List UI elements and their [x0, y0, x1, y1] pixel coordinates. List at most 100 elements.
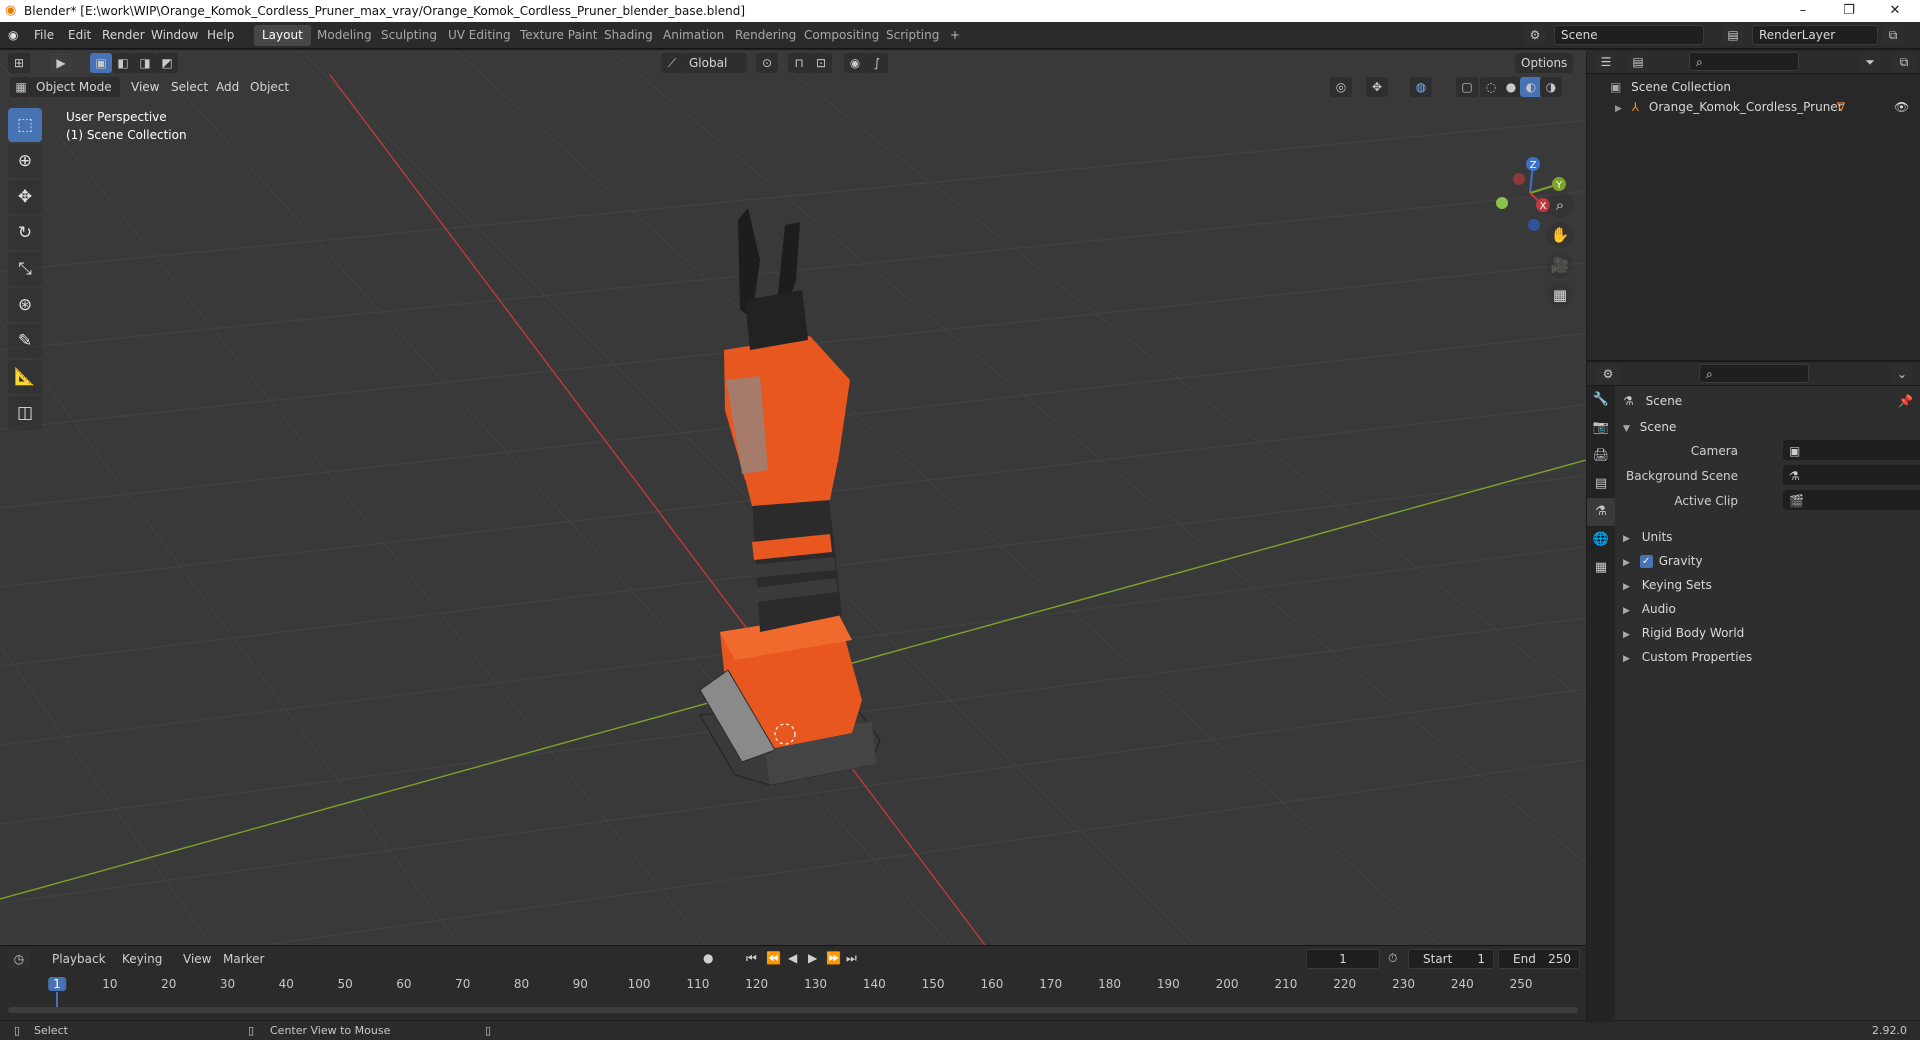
camera-view-icon[interactable]: 🎥 — [1547, 252, 1573, 278]
measure-tool-icon[interactable]: 📐 — [8, 360, 42, 394]
render-tab-icon[interactable]: 📷 — [1587, 414, 1615, 442]
outliner-search-input[interactable]: ⌕ — [1689, 52, 1799, 71]
camera-field[interactable]: ▣ ⚲ — [1783, 440, 1920, 460]
scene-field[interactable]: Scene — [1554, 25, 1704, 45]
zoom-icon[interactable]: ⌕ — [1547, 192, 1573, 218]
menu-edit[interactable]: Edit — [68, 28, 91, 42]
ortho-grid-icon[interactable]: ▦ — [1547, 282, 1573, 308]
menu-file[interactable]: File — [34, 28, 54, 42]
viewport-canvas[interactable]: Z Y X — [0, 50, 1586, 945]
transform-orientation-icon[interactable]: ⟋ — [661, 53, 683, 73]
visibility-eye-icon[interactable]: 👁 — [1894, 97, 1909, 117]
tab-modeling[interactable]: Modeling — [309, 25, 380, 46]
overlays-toggle-icon[interactable]: ◍ — [1410, 77, 1432, 97]
xray-toggle-icon[interactable]: ▢ — [1456, 77, 1478, 97]
transform-tool-icon[interactable]: ⊛ — [8, 288, 42, 322]
expand-arrow-icon[interactable]: ▶ — [1615, 104, 1622, 114]
pin-icon[interactable]: 📌 — [1898, 390, 1913, 412]
object-mode-dropdown[interactable]: Object Mode — [30, 77, 120, 97]
custom-properties-panel[interactable]: ▶ Custom Properties — [1623, 646, 1913, 668]
display-mode-icon[interactable]: ▤ — [1627, 52, 1649, 72]
select-subtract-icon[interactable]: ◨ — [134, 53, 156, 73]
3d-viewport[interactable]: Z Y X ⊞ ▶ ▣ ◧ ◨ ◩ ⟋ Global ⊙ ⊓ ⊡ ◉ ∫ Opt… — [0, 50, 1586, 945]
tab-sculpting[interactable]: Sculpting — [373, 25, 445, 46]
gizmo-toggle-icon[interactable]: ✥ — [1366, 77, 1388, 97]
gravity-checkbox[interactable]: ✓ — [1639, 555, 1653, 568]
options-dropdown[interactable]: Options — [1515, 53, 1574, 73]
move-tool-icon[interactable]: ✥ — [8, 180, 42, 214]
editor-type-icon[interactable]: ⊞ — [8, 53, 30, 73]
new-view-layer-icon[interactable]: ⧉ — [1882, 25, 1904, 45]
annotate-tool-icon[interactable]: ✎ — [8, 324, 42, 358]
transform-orientation-dropdown[interactable]: Global — [683, 53, 747, 73]
tool-tab-icon[interactable]: 🔧 — [1587, 386, 1615, 414]
gravity-panel[interactable]: ▶ ✓ Gravity — [1623, 550, 1913, 572]
timeline-scrollbar[interactable] — [8, 1007, 1578, 1013]
audio-panel[interactable]: ▶ Audio — [1623, 598, 1913, 620]
view-layer-tab-icon[interactable]: ▤ — [1587, 470, 1615, 498]
tab-scripting[interactable]: Scripting — [878, 25, 947, 46]
visibility-filter-icon[interactable]: ◎ — [1330, 77, 1352, 97]
viewport-menu-object[interactable]: Object — [250, 80, 289, 94]
keying-sets-panel[interactable]: ▶ Keying Sets — [1623, 574, 1913, 596]
object-mode-icon[interactable]: ▦ — [10, 77, 32, 97]
tab-shading[interactable]: Shading — [596, 25, 661, 46]
viewport-menu-add[interactable]: Add — [216, 80, 239, 94]
units-panel[interactable]: ▶ Units — [1623, 526, 1913, 548]
menu-help[interactable]: Help — [207, 28, 234, 42]
tab-uv-editing[interactable]: UV Editing — [440, 25, 519, 46]
outliner-filter-icon[interactable]: ⏷ — [1859, 52, 1881, 72]
snap-target-icon[interactable]: ⊡ — [810, 53, 832, 73]
pan-hand-icon[interactable]: ✋ — [1547, 222, 1573, 248]
menu-render[interactable]: Render — [102, 28, 145, 42]
cursor-tool-icon[interactable]: ⊕ — [8, 144, 42, 178]
menu-window[interactable]: Window — [151, 28, 198, 42]
tab-rendering[interactable]: Rendering — [727, 25, 804, 46]
viewport-menu-select[interactable]: Select — [171, 80, 208, 94]
blender-menu-icon[interactable]: ◉ — [8, 28, 18, 42]
tab-compositing[interactable]: Compositing — [796, 25, 887, 46]
new-collection-icon[interactable]: ⧉ — [1893, 52, 1915, 72]
world-tab-icon[interactable]: 🌐 — [1587, 526, 1615, 554]
active-clip-field[interactable]: 🎬 — [1783, 490, 1920, 510]
rigid-body-world-panel[interactable]: ▶ Rigid Body World — [1623, 622, 1913, 644]
close-button[interactable]: ✕ — [1872, 0, 1918, 22]
outliner-row-scene-collection[interactable]: ▣ Scene Collection — [1587, 77, 1920, 97]
viewport-menu-view[interactable]: View — [131, 80, 159, 94]
select-invert-icon[interactable]: ◩ — [156, 53, 178, 73]
scale-tool-icon[interactable]: ⤡ — [8, 252, 42, 286]
proportional-falloff-icon[interactable]: ∫ — [866, 53, 888, 73]
select-new-icon[interactable]: ▣ — [90, 53, 112, 73]
add-workspace-button[interactable]: + — [942, 25, 968, 46]
background-scene-field[interactable]: ⚗ — [1783, 465, 1920, 485]
shading-wireframe-icon[interactable]: ◌ — [1480, 77, 1502, 97]
texture-tab-icon[interactable]: ▦ — [1587, 554, 1615, 582]
properties-editor-type-icon[interactable]: ⚙ — [1597, 364, 1619, 384]
shading-rendered-icon[interactable]: ◑ — [1540, 77, 1562, 97]
maximize-button[interactable]: ❐ — [1826, 0, 1872, 22]
select-box-mode-icon[interactable]: ▶ — [50, 53, 72, 73]
outliner-row-pruner[interactable]: ▶ ⅄ Orange_Komok_Cordless_Pruner ∇ 👁 — [1587, 97, 1920, 117]
rotate-tool-icon[interactable]: ↻ — [8, 216, 42, 250]
tab-layout[interactable]: Layout — [254, 25, 311, 46]
add-cube-tool-icon[interactable]: ◫ — [8, 396, 42, 430]
output-tab-icon[interactable]: 🖨 — [1587, 442, 1615, 470]
scene-selector-icon[interactable]: ⚙ — [1524, 25, 1546, 45]
select-box-tool-icon[interactable]: ⬚ — [8, 108, 42, 142]
proportional-edit-icon[interactable]: ◉ — [844, 53, 866, 73]
scene-tab-icon[interactable]: ⚗ — [1587, 498, 1615, 526]
scene-panel-header[interactable]: ▼ Scene — [1623, 416, 1913, 438]
tab-animation[interactable]: Animation — [655, 25, 732, 46]
render-layer-field[interactable]: RenderLayer — [1752, 25, 1878, 45]
minimize-button[interactable]: – — [1780, 0, 1826, 22]
outliner-editor-type-icon[interactable]: ☰ — [1595, 52, 1617, 72]
shading-solid-icon[interactable]: ● — [1500, 77, 1522, 97]
shading-material-icon[interactable]: ◐ — [1520, 77, 1542, 97]
view-layer-icon[interactable]: ▤ — [1722, 25, 1744, 45]
snap-toggle-icon[interactable]: ⊓ — [788, 53, 810, 73]
select-extend-icon[interactable]: ◧ — [112, 53, 134, 73]
properties-options-icon[interactable]: ⌄ — [1891, 364, 1913, 384]
properties-search-input[interactable]: ⌕ — [1699, 364, 1809, 383]
pivot-point-icon[interactable]: ⊙ — [756, 53, 778, 73]
tab-texture-paint[interactable]: Texture Paint — [512, 25, 605, 46]
